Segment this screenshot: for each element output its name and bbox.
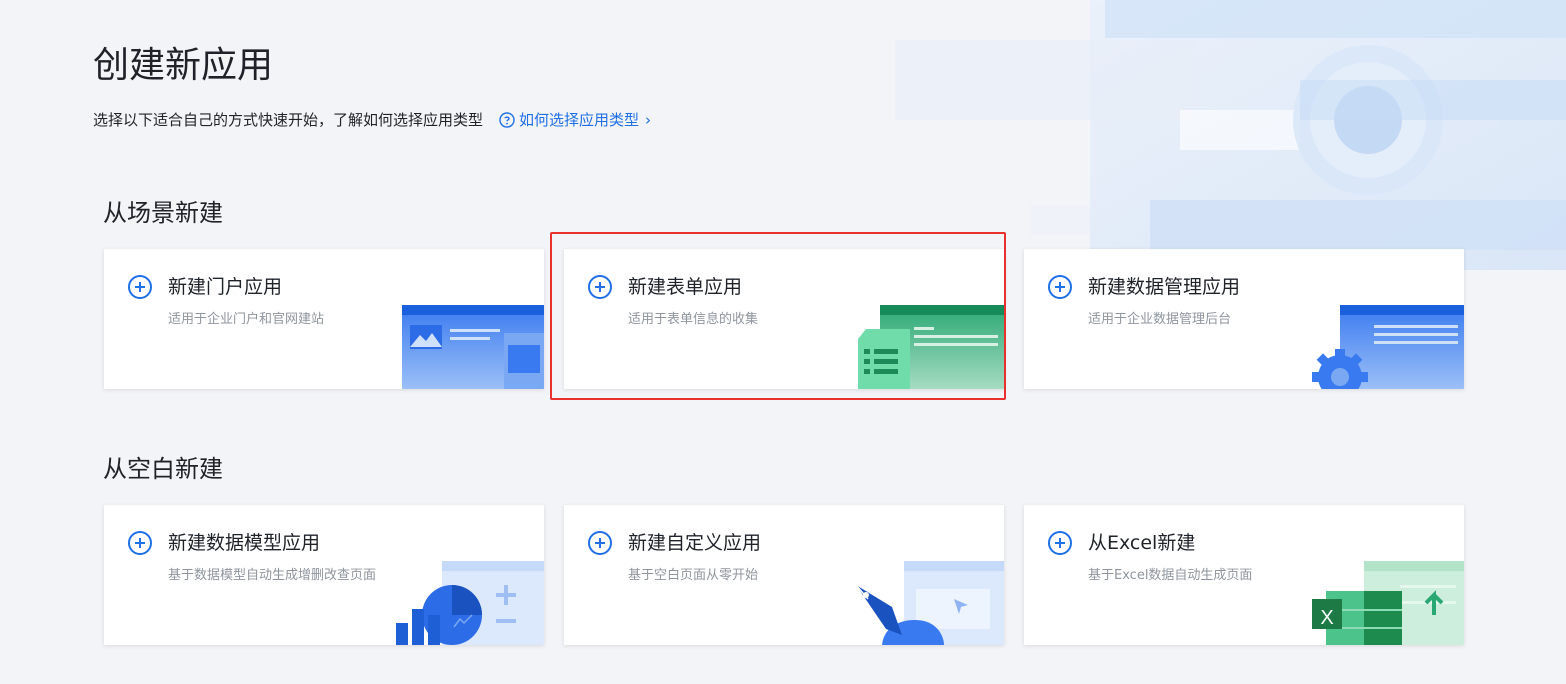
form-illustration [858, 305, 1004, 389]
page-title: 创建新应用 [93, 45, 274, 86]
card-title: 新建门户应用 [168, 276, 283, 298]
card-description: 适用于企业门户和官网建站 [168, 312, 325, 327]
card-title: 新建数据模型应用 [168, 532, 321, 554]
card-portal-app[interactable]: 新建门户应用 适用于企业门户和官网建站 [104, 249, 544, 389]
data-management-illustration [1312, 305, 1464, 389]
card-data-model-app[interactable]: 新建数据模型应用 基于数据模型自动生成增删改查页面 [104, 505, 544, 645]
section-title-blank: 从空白新建 [103, 455, 223, 483]
portal-illustration [402, 305, 544, 389]
page-subtitle-row: 选择以下适合自己的方式快速开始，了解如何选择应用类型 如何选择应用类型 › [93, 109, 651, 131]
card-custom-app[interactable]: 新建自定义应用 基于空白页面从零开始 [564, 505, 1004, 645]
excel-x-icon: X [1320, 607, 1334, 629]
card-form-app[interactable]: 新建表单应用 适用于表单信息的收集 [564, 249, 1004, 389]
card-title: 从Excel新建 [1088, 532, 1196, 554]
plus-circle-icon [128, 275, 152, 299]
plus-circle-icon [1048, 531, 1072, 555]
page-subtitle: 选择以下适合自己的方式快速开始，了解如何选择应用类型 [93, 111, 484, 129]
chevron-right-icon: › [645, 111, 652, 129]
card-description: 基于数据模型自动生成增删改查页面 [168, 568, 377, 583]
card-title: 新建自定义应用 [628, 532, 762, 554]
section-title-scenario: 从场景新建 [103, 199, 223, 227]
how-to-choose-link[interactable]: 如何选择应用类型 › [499, 109, 651, 131]
card-description: 适用于企业数据管理后台 [1088, 312, 1232, 327]
card-description: 基于空白页面从零开始 [628, 568, 759, 583]
card-excel-import[interactable]: 从Excel新建 基于Excel数据自动生成页面 X [1024, 505, 1464, 645]
plus-circle-icon [128, 531, 152, 555]
plus-circle-icon [588, 275, 612, 299]
card-title: 新建数据管理应用 [1088, 276, 1241, 298]
data-model-illustration [396, 561, 544, 645]
custom-app-illustration [855, 561, 1004, 645]
card-data-management-app[interactable]: 新建数据管理应用 适用于企业数据管理后台 [1024, 249, 1464, 389]
card-description: 基于Excel数据自动生成页面 [1088, 568, 1253, 583]
question-circle-icon [499, 112, 515, 128]
card-description: 适用于表单信息的收集 [628, 312, 759, 327]
card-title: 新建表单应用 [628, 276, 743, 298]
plus-circle-icon [588, 531, 612, 555]
pen-tool-icon [855, 584, 902, 635]
plus-circle-icon [1048, 275, 1072, 299]
how-to-choose-link-label: 如何选择应用类型 [519, 111, 640, 129]
